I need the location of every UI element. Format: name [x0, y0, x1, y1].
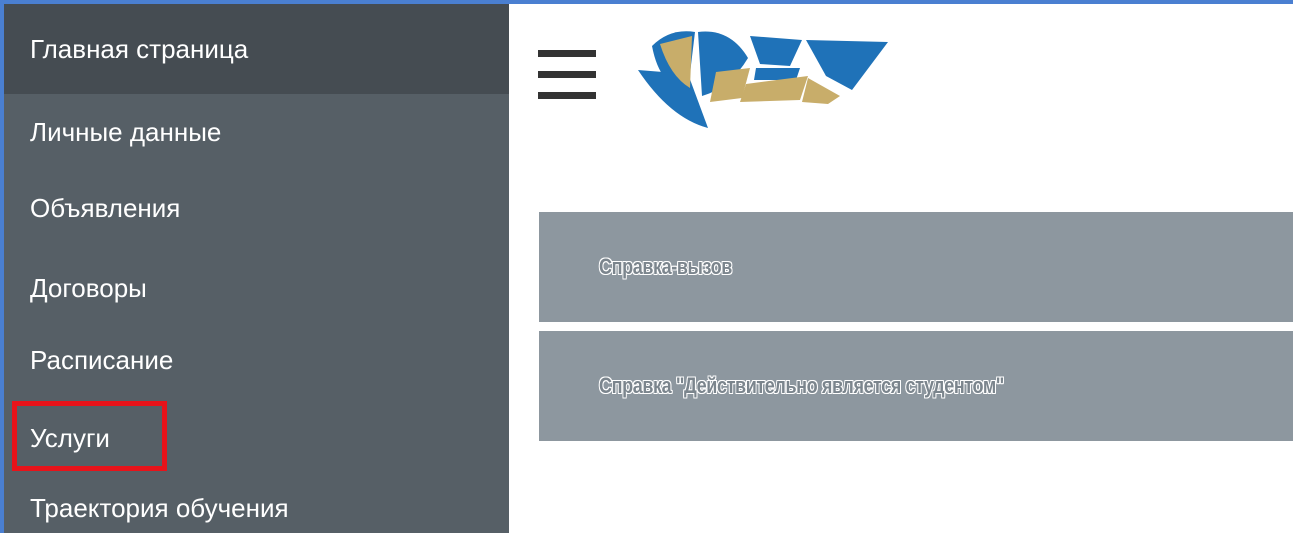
- sidebar-item-label: Услуги: [30, 422, 110, 453]
- hamburger-icon[interactable]: [538, 50, 598, 106]
- sidebar-item-label: Траектория обучения: [30, 492, 289, 523]
- sidebar-item-learning-path[interactable]: Траектория обучения: [4, 470, 509, 546]
- service-student-certificate[interactable]: Справка "Действительно является студенто…: [539, 331, 1293, 441]
- sidebar-item-home[interactable]: Главная страница: [4, 4, 509, 94]
- sidebar-item-services[interactable]: Услуги: [4, 400, 509, 476]
- sidebar: Главная страница Личные данные Объявлени…: [4, 4, 509, 533]
- service-label: Справка "Действительно является студенто…: [599, 373, 1004, 398]
- sidebar-item-announcements[interactable]: Объявления: [4, 170, 509, 246]
- sidebar-item-label: Расписание: [30, 344, 174, 375]
- university-logo: [638, 31, 888, 128]
- sidebar-item-personal-data[interactable]: Личные данные: [4, 94, 509, 170]
- service-label: Справка-вызов: [599, 254, 732, 279]
- service-summons-certificate[interactable]: Справка-вызов: [539, 212, 1293, 322]
- sidebar-item-label: Личные данные: [30, 116, 222, 147]
- sidebar-item-contracts[interactable]: Договоры: [4, 250, 509, 326]
- sidebar-item-schedule[interactable]: Расписание: [4, 322, 509, 398]
- sidebar-item-label: Объявления: [30, 192, 181, 223]
- sidebar-item-label: Главная страница: [30, 33, 249, 64]
- sidebar-item-label: Договоры: [30, 272, 147, 303]
